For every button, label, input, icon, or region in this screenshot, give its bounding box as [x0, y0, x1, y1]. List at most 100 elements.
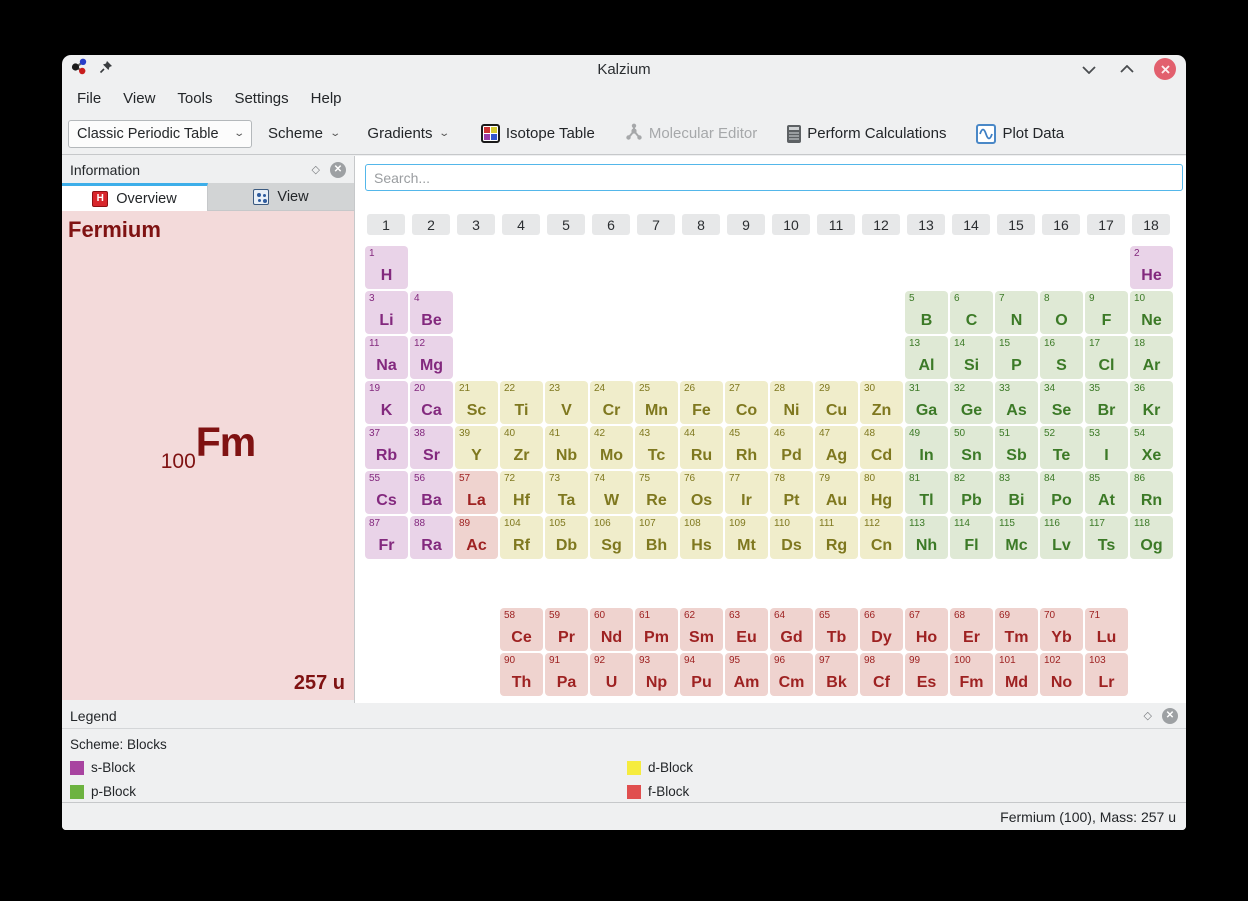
search-input[interactable]	[365, 164, 1183, 191]
element-Be[interactable]: 4Be	[410, 291, 453, 334]
element-Pu[interactable]: 94Pu	[680, 653, 723, 696]
element-Cm[interactable]: 96Cm	[770, 653, 813, 696]
element-Br[interactable]: 35Br	[1085, 381, 1128, 424]
element-Ga[interactable]: 31Ga	[905, 381, 948, 424]
menu-file[interactable]: File	[66, 85, 112, 112]
element-Xe[interactable]: 54Xe	[1130, 426, 1173, 469]
element-Si[interactable]: 14Si	[950, 336, 993, 379]
element-Og[interactable]: 118Og	[1130, 516, 1173, 559]
table-type-combobox[interactable]: Classic Periodic Table ⌄	[68, 120, 252, 148]
element-Mc[interactable]: 115Mc	[995, 516, 1038, 559]
element-P[interactable]: 15P	[995, 336, 1038, 379]
element-Cr[interactable]: 24Cr	[590, 381, 633, 424]
element-F[interactable]: 9F	[1085, 291, 1128, 334]
element-Ra[interactable]: 88Ra	[410, 516, 453, 559]
element-Tl[interactable]: 81Tl	[905, 471, 948, 514]
element-Yb[interactable]: 70Yb	[1040, 608, 1083, 651]
menu-help[interactable]: Help	[300, 85, 353, 112]
element-Au[interactable]: 79Au	[815, 471, 858, 514]
close-dock-icon[interactable]: ✕	[330, 162, 346, 178]
element-Lu[interactable]: 71Lu	[1085, 608, 1128, 651]
element-H[interactable]: 1H	[365, 246, 408, 289]
element-Re[interactable]: 75Re	[635, 471, 678, 514]
element-Al[interactable]: 13Al	[905, 336, 948, 379]
element-Np[interactable]: 93Np	[635, 653, 678, 696]
element-Dy[interactable]: 66Dy	[860, 608, 903, 651]
element-Os[interactable]: 76Os	[680, 471, 723, 514]
element-S[interactable]: 16S	[1040, 336, 1083, 379]
element-Ho[interactable]: 67Ho	[905, 608, 948, 651]
element-Te[interactable]: 52Te	[1040, 426, 1083, 469]
element-Ir[interactable]: 77Ir	[725, 471, 768, 514]
element-Ti[interactable]: 22Ti	[500, 381, 543, 424]
element-C[interactable]: 6C	[950, 291, 993, 334]
maximize-button[interactable]	[1116, 58, 1138, 80]
element-Sg[interactable]: 106Sg	[590, 516, 633, 559]
element-Hg[interactable]: 80Hg	[860, 471, 903, 514]
element-Zr[interactable]: 40Zr	[500, 426, 543, 469]
menu-tools[interactable]: Tools	[166, 85, 223, 112]
element-Ca[interactable]: 20Ca	[410, 381, 453, 424]
element-Pt[interactable]: 78Pt	[770, 471, 813, 514]
element-Th[interactable]: 90Th	[500, 653, 543, 696]
menu-settings[interactable]: Settings	[223, 85, 299, 112]
element-Mg[interactable]: 12Mg	[410, 336, 453, 379]
element-Hs[interactable]: 108Hs	[680, 516, 723, 559]
element-B[interactable]: 5B	[905, 291, 948, 334]
element-U[interactable]: 92U	[590, 653, 633, 696]
element-O[interactable]: 8O	[1040, 291, 1083, 334]
element-Rb[interactable]: 37Rb	[365, 426, 408, 469]
element-Tm[interactable]: 69Tm	[995, 608, 1038, 651]
element-Hf[interactable]: 72Hf	[500, 471, 543, 514]
element-Ar[interactable]: 18Ar	[1130, 336, 1173, 379]
element-Pm[interactable]: 61Pm	[635, 608, 678, 651]
element-Eu[interactable]: 63Eu	[725, 608, 768, 651]
element-Sc[interactable]: 21Sc	[455, 381, 498, 424]
element-Ta[interactable]: 73Ta	[545, 471, 588, 514]
element-Cd[interactable]: 48Cd	[860, 426, 903, 469]
pin-icon[interactable]	[99, 60, 113, 79]
element-Sm[interactable]: 62Sm	[680, 608, 723, 651]
element-Ne[interactable]: 10Ne	[1130, 291, 1173, 334]
molecular-editor-button[interactable]: Molecular Editor	[617, 118, 765, 150]
element-Bi[interactable]: 83Bi	[995, 471, 1038, 514]
element-I[interactable]: 53I	[1085, 426, 1128, 469]
element-Tc[interactable]: 43Tc	[635, 426, 678, 469]
element-Pd[interactable]: 46Pd	[770, 426, 813, 469]
element-At[interactable]: 85At	[1085, 471, 1128, 514]
element-Ce[interactable]: 58Ce	[500, 608, 543, 651]
element-He[interactable]: 2He	[1130, 246, 1173, 289]
element-Rg[interactable]: 111Rg	[815, 516, 858, 559]
element-Cu[interactable]: 29Cu	[815, 381, 858, 424]
element-Ba[interactable]: 56Ba	[410, 471, 453, 514]
element-V[interactable]: 23V	[545, 381, 588, 424]
element-Ge[interactable]: 32Ge	[950, 381, 993, 424]
element-Am[interactable]: 95Am	[725, 653, 768, 696]
element-Cl[interactable]: 17Cl	[1085, 336, 1128, 379]
element-Ni[interactable]: 28Ni	[770, 381, 813, 424]
element-Mn[interactable]: 25Mn	[635, 381, 678, 424]
element-Nd[interactable]: 60Nd	[590, 608, 633, 651]
element-Cf[interactable]: 98Cf	[860, 653, 903, 696]
element-Pa[interactable]: 91Pa	[545, 653, 588, 696]
element-Cs[interactable]: 55Cs	[365, 471, 408, 514]
scheme-button[interactable]: Scheme ⌄	[260, 120, 347, 147]
element-Er[interactable]: 68Er	[950, 608, 993, 651]
element-Bh[interactable]: 107Bh	[635, 516, 678, 559]
element-Mt[interactable]: 109Mt	[725, 516, 768, 559]
element-Cn[interactable]: 112Cn	[860, 516, 903, 559]
element-No[interactable]: 102No	[1040, 653, 1083, 696]
gradients-button[interactable]: Gradients ⌄	[359, 120, 456, 147]
menu-view[interactable]: View	[112, 85, 166, 112]
element-Sn[interactable]: 50Sn	[950, 426, 993, 469]
perform-calculations-button[interactable]: Perform Calculations	[779, 120, 954, 148]
element-Sr[interactable]: 38Sr	[410, 426, 453, 469]
element-Tb[interactable]: 65Tb	[815, 608, 858, 651]
element-In[interactable]: 49In	[905, 426, 948, 469]
element-Ag[interactable]: 47Ag	[815, 426, 858, 469]
element-Pb[interactable]: 82Pb	[950, 471, 993, 514]
element-Rn[interactable]: 86Rn	[1130, 471, 1173, 514]
plot-data-button[interactable]: Plot Data	[968, 119, 1072, 149]
element-Es[interactable]: 99Es	[905, 653, 948, 696]
element-Db[interactable]: 105Db	[545, 516, 588, 559]
